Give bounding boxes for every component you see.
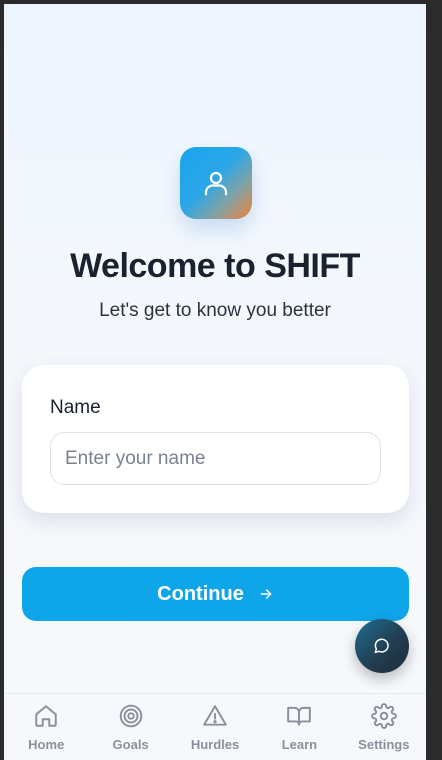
home-icon (35, 705, 57, 727)
page-title: Welcome to SHIFT (70, 247, 360, 285)
book-icon (287, 706, 312, 726)
nav-label-goals: Goals (112, 737, 149, 752)
target-icon (119, 704, 142, 728)
chat-button[interactable] (355, 619, 409, 673)
arrow-right-icon (260, 589, 272, 599)
nav-label-home: Home (28, 737, 65, 752)
avatar (180, 147, 252, 219)
nav-item-settings[interactable]: Settings (342, 694, 426, 760)
device-frame: Welcome to SHIFT Let's get to know you b… (0, 0, 442, 760)
gear-icon (370, 703, 397, 729)
nav-label-hurdles: Hurdles (190, 737, 240, 752)
chat-bubble-icon (374, 638, 389, 654)
continue-button[interactable]: Continue (22, 567, 409, 621)
nav-item-hurdles[interactable]: Hurdles (173, 694, 257, 760)
app-screen: Welcome to SHIFT Let's get to know you b… (4, 4, 426, 760)
bottom-navigation: Home Goals Hurdles Learn Settings (4, 693, 426, 760)
nav-item-learn[interactable]: Learn (257, 694, 341, 760)
nav-item-home[interactable]: Home (4, 694, 88, 760)
nav-item-goals[interactable]: Goals (88, 694, 172, 760)
name-card: Name (22, 365, 409, 513)
warning-icon (203, 705, 227, 726)
page-subtitle: Let's get to know you better (99, 300, 331, 321)
continue-button-label: Continue (157, 582, 244, 605)
nav-label-settings: Settings (358, 737, 410, 752)
name-field-label: Name (50, 397, 101, 418)
nav-label-learn: Learn (281, 737, 318, 752)
name-field[interactable] (50, 432, 381, 485)
user-icon (204, 171, 228, 196)
